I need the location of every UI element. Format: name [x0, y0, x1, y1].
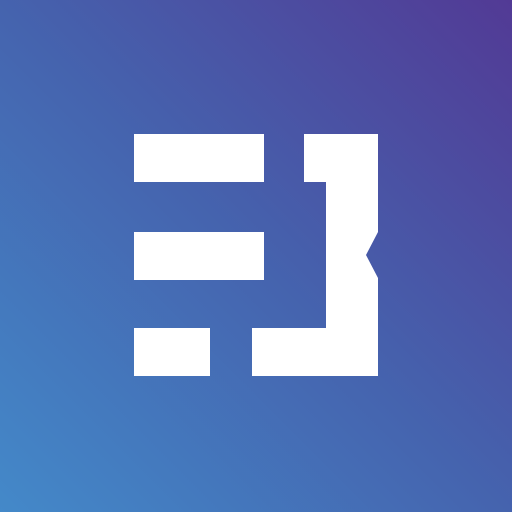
- logo-mark: [134, 134, 378, 376]
- app-icon-tile: [0, 0, 512, 512]
- app-logo-icon: [134, 134, 378, 376]
- logo-bar-bottom-left: [134, 328, 210, 376]
- logo-three-shape: [252, 134, 378, 376]
- logo-bar-middle-left: [134, 232, 264, 280]
- logo-bar-top-left: [134, 134, 264, 182]
